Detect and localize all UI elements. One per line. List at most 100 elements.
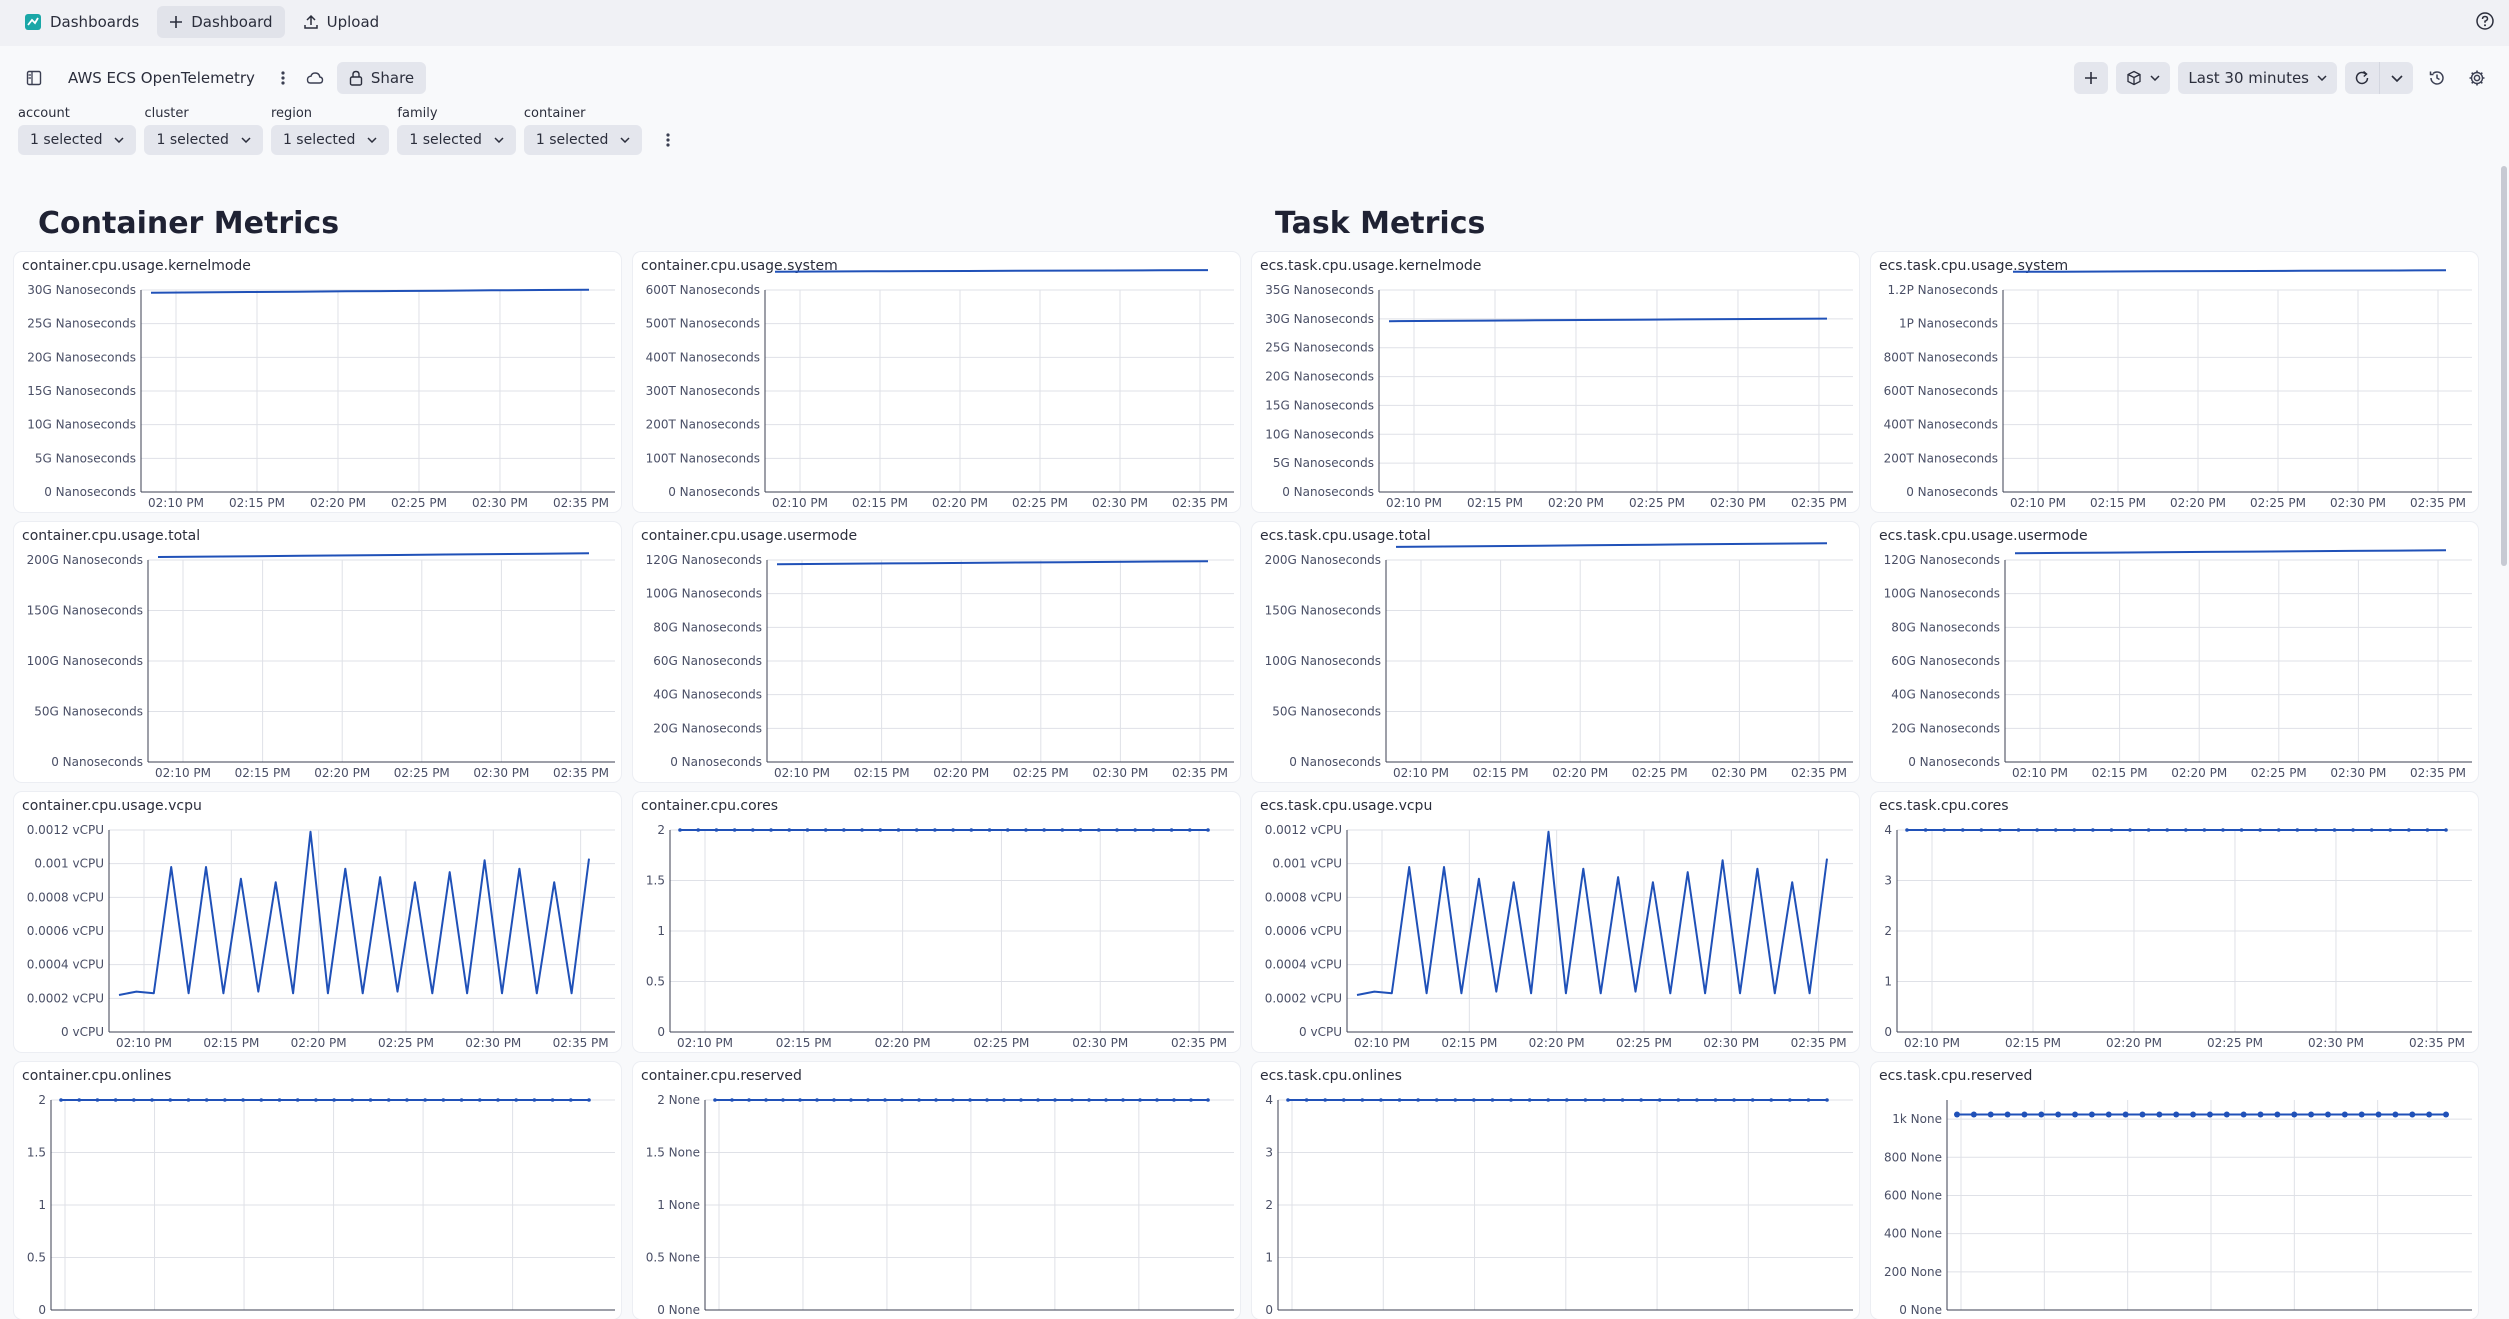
data-point <box>441 1098 446 1102</box>
x-tick-label: 02:25 PM <box>1012 496 1068 510</box>
tile-container-cpu-usage-vcpu[interactable]: container.cpu.usage.vcpu 0 vCPU 0.0002 vCP… <box>14 792 621 1052</box>
tile-ecs-task-cpu-onlines[interactable]: ecs.task.cpu.onlines 0 1 2 3 4 <box>1252 1062 1859 1319</box>
data-point <box>77 1098 82 1102</box>
add-tile-button[interactable] <box>2074 62 2109 94</box>
y-tick-label: 0.0006 vCPU <box>1265 924 1342 938</box>
share-button[interactable]: Share <box>336 62 427 94</box>
data-point <box>459 1098 464 1102</box>
data-point <box>815 1098 819 1102</box>
segments-button[interactable] <box>2116 62 2171 94</box>
x-tick-label: 02:10 PM <box>116 1036 172 1050</box>
tile-container-cpu-usage-usermode[interactable]: container.cpu.usage.usermode 0 Nanosecond… <box>633 522 1240 782</box>
variable-cluster-select[interactable]: 1 selected <box>144 125 263 155</box>
data-point <box>277 1098 282 1102</box>
tile-ecs-task-cpu-usage-system[interactable]: ecs.task.cpu.usage.system 0 Nanoseconds 20… <box>1871 252 2478 512</box>
variable-account: account 1 selected <box>18 106 137 155</box>
refresh-group <box>2345 62 2413 94</box>
history-button[interactable] <box>2421 62 2453 94</box>
refresh-options-button[interactable] <box>2379 62 2413 94</box>
data-point <box>1527 1098 1532 1102</box>
y-tick-label: 400T Nanoseconds <box>1884 418 1998 432</box>
upload-label: Upload <box>326 13 380 31</box>
data-point <box>1172 1098 1176 1102</box>
tile-container-cpu-cores[interactable]: container.cpu.cores 0 0.5 1 1.5 2 02:10 PM 02:1… <box>633 792 1240 1052</box>
y-tick-label: 200T Nanoseconds <box>1884 451 1998 465</box>
page-scrollbar[interactable] <box>2501 166 2507 566</box>
data-point <box>1546 1098 1551 1102</box>
timeframe-selector[interactable]: Last 30 minutes <box>2178 62 2337 94</box>
tile-container-cpu-reserved[interactable]: container.cpu.reserved 0 None 0.5 None 1 No… <box>633 1062 1240 1319</box>
data-point <box>2351 828 2355 832</box>
tile-ecs-task-cpu-usage-vcpu[interactable]: ecs.task.cpu.usage.vcpu 0 vCPU 0.0002 vCPU… <box>1252 792 1859 1052</box>
variable-region-select[interactable]: 1 selected <box>270 125 390 155</box>
data-point <box>914 828 919 832</box>
x-tick-label: 02:35 PM <box>2410 766 2466 780</box>
upload-button[interactable]: Upload <box>291 6 392 38</box>
data-point <box>987 828 992 832</box>
data-point <box>1206 828 1210 832</box>
data-point <box>2165 828 2170 832</box>
data-point <box>1036 1098 1040 1102</box>
variable-container-select[interactable]: 1 selected <box>523 125 643 155</box>
data-point <box>295 1098 300 1102</box>
y-tick-label: 600 None <box>1884 1188 1942 1202</box>
help-button[interactable] <box>2475 11 2495 35</box>
variable-value: 1 selected <box>30 132 103 148</box>
x-tick-label: 02:20 PM <box>1548 496 1604 510</box>
data-point <box>95 1098 100 1102</box>
tile-container-cpu-onlines[interactable]: container.cpu.onlines 0 0.5 1 1.5 2 <box>14 1062 621 1319</box>
data-point <box>764 1098 768 1102</box>
data-point <box>1341 1098 1346 1102</box>
x-tick-label: 02:20 PM <box>1552 766 1608 780</box>
tile-ecs-task-cpu-cores[interactable]: ecs.task.cpu.cores 0 1 2 3 4 02:10 PM 02:15 PM 0… <box>1871 792 2478 1052</box>
variable-account-select[interactable]: 1 selected <box>18 125 137 155</box>
line-chart: 0 Nanoseconds 200T Nanoseconds 400T Nanose… <box>1884 269 2472 510</box>
data-point <box>1096 828 1101 832</box>
y-tick-label: 0 None <box>657 1303 700 1317</box>
data-point <box>1104 1098 1108 1102</box>
tile-ecs-task-cpu-reserved[interactable]: ecs.task.cpu.reserved 0 None 200 None 400 N… <box>1871 1062 2478 1319</box>
data-point <box>1286 1098 1290 1102</box>
y-tick-label: 0.0002 vCPU <box>1265 991 1342 1005</box>
app-dashboards-link[interactable]: Dashboards <box>12 6 151 38</box>
tile-container-cpu-usage-total[interactable]: container.cpu.usage.total 0 Nanoseconds 50… <box>14 522 621 782</box>
history-icon <box>2429 71 2444 85</box>
tile-container-cpu-usage-kernelmode[interactable]: container.cpu.usage.kernelmode 0 Nanoseco… <box>14 252 621 512</box>
new-dashboard-button[interactable]: Dashboard <box>157 6 285 38</box>
data-point <box>2258 828 2262 832</box>
y-tick-label: 150G Nanoseconds <box>27 604 143 618</box>
data-point <box>2128 828 2132 832</box>
x-tick-label: 02:25 PM <box>2251 766 2307 780</box>
data-point <box>1379 1098 1383 1102</box>
x-tick-label: 02:35 PM <box>2409 1036 2465 1050</box>
y-tick-label: 0 Nanoseconds <box>668 485 760 499</box>
data-point <box>496 1098 500 1102</box>
x-tick-label: 02:25 PM <box>391 496 447 510</box>
variables-menu-button[interactable] <box>656 125 680 155</box>
cloud-status-button[interactable] <box>299 62 331 94</box>
tile-container-cpu-usage-system[interactable]: container.cpu.usage.system 0 Nanoseconds 1… <box>633 252 1240 512</box>
tile-ecs-task-cpu-usage-kernelmode[interactable]: ecs.task.cpu.usage.kernelmode 0 Nanosecon… <box>1252 252 1859 512</box>
data-point <box>2053 828 2058 832</box>
variable-family-select[interactable]: 1 selected <box>397 125 516 155</box>
data-point <box>2038 1111 2045 1118</box>
variable-cluster: cluster 1 selected <box>144 106 263 155</box>
toggle-panel-button[interactable] <box>18 62 50 94</box>
data-point <box>1657 1098 1662 1102</box>
data-point <box>168 1098 173 1102</box>
x-tick-label: 02:15 PM <box>2092 766 2148 780</box>
data-point <box>1970 1111 1977 1118</box>
data-point <box>2202 828 2207 832</box>
y-tick-label: 80G Nanoseconds <box>1891 620 2000 634</box>
settings-button[interactable] <box>2461 62 2493 94</box>
refresh-button[interactable] <box>2345 62 2379 94</box>
data-point <box>1750 1098 1755 1102</box>
data-point <box>132 1098 136 1102</box>
y-tick-label: 1 <box>1265 1251 1273 1265</box>
x-tick-label: 02:20 PM <box>310 496 366 510</box>
tile-ecs-task-cpu-usage-total[interactable]: ecs.task.cpu.usage.total 0 Nanoseconds 50G… <box>1252 522 1859 782</box>
dashboard-menu-button[interactable] <box>267 62 299 94</box>
tile-ecs-task-cpu-usage-usermode[interactable]: ecs.task.cpu.usage.usermode 0 Nanoseconds… <box>1871 522 2478 782</box>
data-point <box>933 828 937 832</box>
x-tick-label: 02:15 PM <box>854 766 910 780</box>
